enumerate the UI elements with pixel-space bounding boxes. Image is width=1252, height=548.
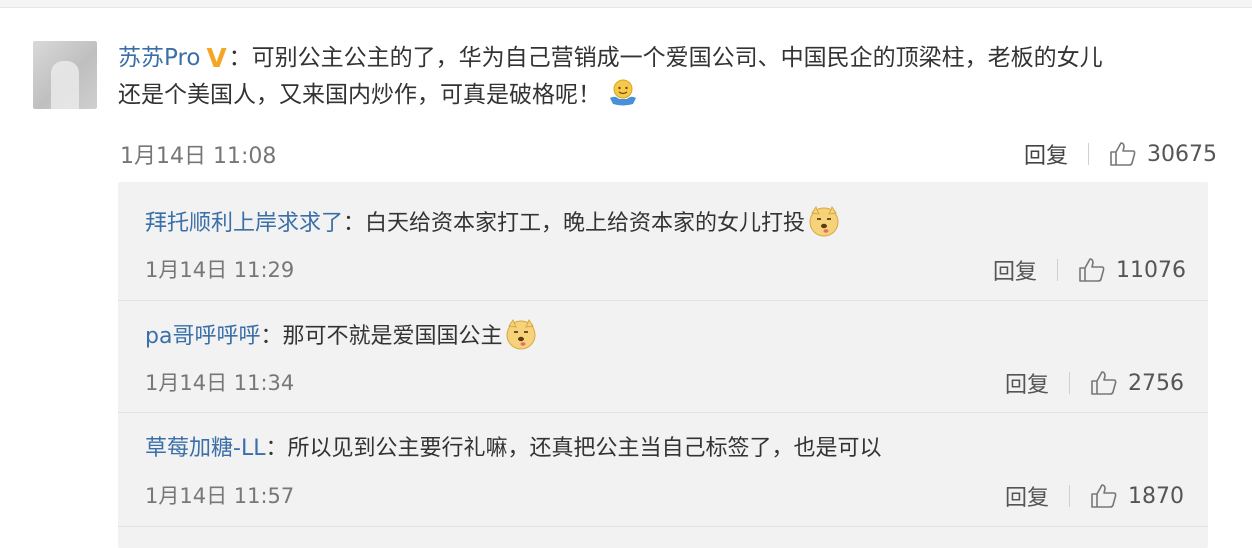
reply-timestamp: 1月14日 11:29: [145, 258, 295, 282]
thumbs-up-icon: [1091, 484, 1117, 508]
like-button[interactable]: 11076: [1078, 257, 1186, 283]
reply-username-link[interactable]: 草莓加糖-LL: [145, 436, 265, 461]
reply-text: 白天给资本家打工，晚上给资本家的女儿打投: [365, 211, 806, 236]
thumbs-up-icon: [1091, 371, 1117, 395]
reply-divider: [118, 526, 1208, 527]
reply-button[interactable]: 回复: [1005, 480, 1049, 512]
reply-item: 草莓加糖-LL：所以见到公主要行礼嘛，还真把公主当自己标签了，也是可以: [145, 432, 881, 466]
reply-button[interactable]: 回复: [1005, 367, 1049, 399]
doge-emoji-icon: [809, 205, 839, 237]
thumbs-up-icon: [1079, 258, 1105, 282]
colon: ：: [228, 45, 252, 71]
comment-line-2: 还是个美国人，又来国内炒作，可真是破格呢！: [118, 77, 1233, 113]
username-link[interactable]: 苏苏Pro: [118, 45, 201, 71]
reply-text: 那可不就是爱国国公主: [282, 324, 503, 349]
reply-timestamp: 1月14日 11:57: [145, 484, 295, 508]
like-count: 11076: [1116, 257, 1187, 283]
reply-actions: 回复 1870: [1005, 480, 1184, 512]
colon: ：: [260, 324, 283, 349]
top-divider: [0, 0, 1252, 8]
avatar[interactable]: [33, 41, 97, 109]
reply-actions: 回复 2756: [1005, 367, 1184, 399]
comment-line-1: 苏苏Pro V：可别公主公主的了，华为自己营销成一个爱国公司、中国民企的顶梁柱，老…: [118, 40, 1233, 77]
like-count: 30675: [1147, 141, 1218, 167]
like-button[interactable]: 30675: [1109, 141, 1217, 167]
action-divider: [1057, 259, 1059, 281]
thumbs-up-icon: [1110, 142, 1136, 166]
like-count: 1870: [1128, 483, 1185, 509]
reply-divider: [118, 412, 1208, 413]
reply-button[interactable]: 回复: [1024, 138, 1068, 170]
main-comment: 苏苏Pro V：可别公主公主的了，华为自己营销成一个爱国公司、中国民企的顶梁柱，老…: [118, 40, 1233, 113]
reply-list: 拜托顺利上岸求求了：白天给资本家打工，晚上给资本家的女儿打投 1月14日 11:…: [118, 182, 1208, 548]
reply-actions: 回复 11076: [993, 254, 1186, 286]
action-divider: [1088, 143, 1090, 165]
reply-text: 所以见到公主要行礼嘛，还真把公主当自己标签了，也是可以: [287, 436, 882, 461]
reply-item: pa哥呼呼呼：那可不就是爱国国公主: [145, 317, 538, 354]
comment-actions: 回复 30675: [1024, 138, 1217, 170]
like-count: 2756: [1128, 370, 1185, 396]
reply-divider: [118, 300, 1208, 301]
colon: ：: [265, 436, 288, 461]
comment-text: 还是个美国人，又来国内炒作，可真是破格呢！: [118, 82, 601, 108]
comment-text: 可别公主公主的了，华为自己营销成一个爱国公司、中国民企的顶梁柱，老板的女儿: [251, 45, 1103, 71]
action-divider: [1069, 372, 1071, 394]
hug-emoji-icon: [610, 79, 636, 106]
like-button[interactable]: 1870: [1090, 483, 1184, 509]
verified-badge-icon: V: [206, 44, 227, 74]
colon: ：: [343, 211, 366, 236]
reply-item: 拜托顺利上岸求求了：白天给资本家打工，晚上给资本家的女儿打投: [145, 204, 841, 241]
action-divider: [1069, 485, 1071, 507]
reply-username-link[interactable]: pa哥呼呼呼: [145, 324, 260, 349]
reply-timestamp: 1月14日 11:34: [145, 371, 295, 395]
doge-emoji-icon: [506, 318, 536, 350]
comment-timestamp: 1月14日 11:08: [120, 144, 277, 169]
reply-username-link[interactable]: 拜托顺利上岸求求了: [145, 211, 343, 236]
like-button[interactable]: 2756: [1090, 370, 1184, 396]
reply-button[interactable]: 回复: [993, 254, 1037, 286]
